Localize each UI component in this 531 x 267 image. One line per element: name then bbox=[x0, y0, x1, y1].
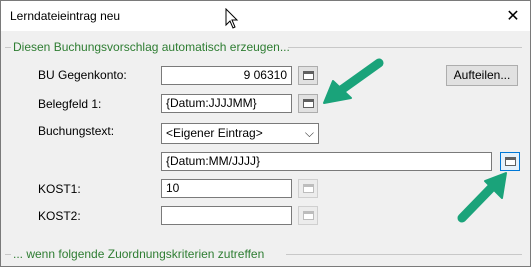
window-title: Lerndateieintrag neu bbox=[10, 9, 121, 23]
close-button[interactable]: ✕ bbox=[502, 5, 524, 27]
group-title-criteria: ... wenn folgende Zuordnungskriterien zu… bbox=[13, 247, 265, 261]
title-bar: Lerndateieintrag neu ✕ bbox=[1, 1, 530, 31]
aufteilen-button[interactable]: Aufteilen... bbox=[446, 65, 518, 86]
field-picker-icon bbox=[302, 71, 314, 80]
group-title-generate: Diesen Buchungsvorschlag automatisch erz… bbox=[13, 40, 290, 54]
buchungstext-select[interactable]: <Eigener Eintrag> ⌵ bbox=[161, 123, 319, 144]
buchungstext-selected-value: <Eigener Eintrag> bbox=[166, 126, 263, 140]
dialog-window: Lerndateieintrag neu ✕ Diesen Buchungsvo… bbox=[0, 0, 531, 267]
kost2-field[interactable] bbox=[161, 206, 292, 225]
kost1-field[interactable]: 10 bbox=[161, 179, 292, 198]
kost2-picker-button[interactable] bbox=[298, 206, 318, 225]
chevron-down-icon: ⌵ bbox=[304, 126, 314, 140]
group-divider bbox=[286, 254, 522, 255]
buchungstext-label: Buchungstext: bbox=[38, 124, 115, 138]
mouse-cursor-icon bbox=[225, 8, 239, 29]
belegfeld1-label: Belegfeld 1: bbox=[38, 97, 102, 111]
bu-gegenkonto-picker-button[interactable] bbox=[298, 66, 318, 85]
kost1-picker-button[interactable] bbox=[298, 179, 318, 198]
kost1-label: KOST1: bbox=[38, 182, 81, 196]
field-picker-icon bbox=[504, 157, 516, 166]
belegfeld1-field[interactable]: {Datum:JJJJMM} bbox=[161, 94, 292, 113]
field-picker-icon bbox=[302, 211, 314, 220]
group-divider bbox=[288, 47, 522, 48]
buchungstext-picker-button[interactable] bbox=[500, 152, 520, 171]
kost2-label: KOST2: bbox=[38, 209, 81, 223]
bu-gegenkonto-field[interactable]: 9 06310 bbox=[161, 66, 292, 85]
buchungstext-custom-field[interactable]: {Datum:MM/JJJJ} bbox=[161, 152, 492, 171]
field-picker-icon bbox=[302, 99, 314, 108]
bu-gegenkonto-label: BU Gegenkonto: bbox=[38, 68, 127, 82]
group-divider bbox=[5, 254, 11, 255]
group-divider bbox=[5, 47, 11, 48]
belegfeld1-picker-button[interactable] bbox=[298, 94, 318, 113]
field-picker-icon bbox=[302, 184, 314, 193]
